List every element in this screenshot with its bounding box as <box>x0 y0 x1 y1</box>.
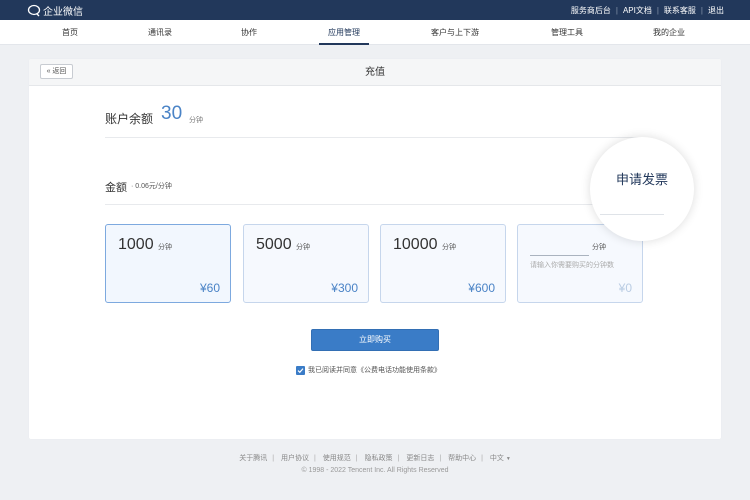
nav-item-my-enterprise[interactable]: 我的企业 <box>653 20 685 45</box>
footer-link-privacy[interactable]: 隐私政策 <box>365 455 393 462</box>
brand[interactable]: 企业微信 <box>27 3 83 18</box>
agreement: 我已阅读并同意《公费电话功能使用条款》 <box>296 364 441 376</box>
option-unit: 分钟 <box>592 244 606 251</box>
logout-link[interactable]: 退出 <box>708 5 724 16</box>
divider: | <box>656 5 659 15</box>
divider: | <box>272 455 275 462</box>
contact-support-link[interactable]: 联系客服 <box>664 5 696 16</box>
nav-item-customers[interactable]: 客户与上下游 <box>431 20 479 45</box>
nav-item-home[interactable]: 首页 <box>62 20 78 45</box>
option-unit: 分钟 <box>441 244 456 251</box>
footer-link-changelog[interactable]: 更新日志 <box>406 455 434 462</box>
nav-item-collaboration[interactable]: 协作 <box>241 20 257 45</box>
api-docs-link[interactable]: API文档 <box>623 5 652 16</box>
recharge-card: 充值 « 返回 账户余额 30 分钟 金额 · 0.06元/分钟 1000 分钟… <box>29 59 721 439</box>
copyright: © 1998 - 2022 Tencent Inc. All Rights Re… <box>301 467 449 474</box>
back-button-label: 返回 <box>52 68 67 75</box>
amount-price-note: · 0.06元/分钟 <box>131 183 172 190</box>
agreement-text[interactable]: 我已阅读并同意《公费电话功能使用条款》 <box>308 365 441 375</box>
option-price: ¥60 <box>199 281 220 295</box>
divider: | <box>355 455 358 462</box>
option-quantity: 1000 <box>118 236 154 253</box>
language-selector[interactable]: 中文 ▼ <box>490 455 511 462</box>
checkmark-icon <box>297 367 304 373</box>
nav-item-contacts[interactable]: 通讯录 <box>148 20 172 45</box>
option-unit: 分钟 <box>296 244 311 251</box>
agreement-checkbox[interactable] <box>296 365 305 375</box>
brand-name: 企业微信 <box>43 6 83 18</box>
balance-value: 30 <box>161 103 183 124</box>
buy-now-button[interactable]: 立即购买 <box>311 329 439 351</box>
divider <box>105 137 641 138</box>
option-10000-minutes[interactable]: 10000 分钟 ¥600 <box>380 224 506 303</box>
divider: | <box>481 455 483 462</box>
top-bar: 企业微信 服务商后台 | API文档 | 联系客服 | 退出 <box>0 0 750 20</box>
divider: | <box>397 455 400 462</box>
amount-label: 金额 <box>105 182 127 194</box>
footer-link-guidelines[interactable]: 使用规范 <box>323 455 351 462</box>
provider-admin-link[interactable]: 服务商后台 <box>571 5 611 16</box>
option-quantity: 5000 <box>256 236 292 253</box>
divider: | <box>615 5 618 15</box>
apply-invoice-label: 申请发票 <box>615 172 668 187</box>
divider <box>600 214 664 215</box>
divider: | <box>313 455 316 462</box>
divider: | <box>439 455 442 462</box>
nav-item-management-tools[interactable]: 管理工具 <box>551 20 583 45</box>
footer-link-terms[interactable]: 用户协议 <box>281 455 309 462</box>
option-unit: 分钟 <box>158 244 173 251</box>
double-chevron-left-icon: « <box>46 68 51 75</box>
custom-minutes-input[interactable] <box>530 255 589 256</box>
divider: | <box>700 5 703 15</box>
nav-item-app-management[interactable]: 应用管理 <box>319 20 369 45</box>
footer-link-help[interactable]: 帮助中心 <box>448 455 476 462</box>
main-nav: 首页 通讯录 协作 应用管理 客户与上下游 管理工具 我的企业 <box>0 20 750 45</box>
footer-links: 关于腾讯 | 用户协议 | 使用规范 | 隐私政策 | 更新日志 | 帮助中心 | 中文 ▼ <box>0 453 750 463</box>
footer-link-about[interactable]: 关于腾讯 <box>239 455 267 462</box>
divider <box>105 204 641 205</box>
page-title: 充值 <box>365 67 385 78</box>
option-price: ¥600 <box>468 281 495 295</box>
wechat-work-logo-icon <box>27 4 41 16</box>
back-button[interactable]: « 返回 <box>40 64 73 79</box>
language-label: 中文 <box>489 455 504 462</box>
option-5000-minutes[interactable]: 5000 分钟 ¥300 <box>243 224 369 303</box>
option-price: ¥0 <box>618 281 632 295</box>
card-header: 充值 « 返回 <box>29 59 721 86</box>
top-links: 服务商后台 | API文档 | 联系客服 | 退出 <box>571 0 724 20</box>
balance-label: 账户余额 <box>105 112 154 126</box>
balance-unit: 分钟 <box>189 117 203 124</box>
custom-minutes-placeholder: 请输入你需要购买的分钟数 <box>530 262 614 269</box>
option-quantity: 10000 <box>393 236 438 253</box>
apply-invoice-button[interactable]: 申请发票 <box>590 137 694 241</box>
option-1000-minutes[interactable]: 1000 分钟 ¥60 <box>105 224 231 303</box>
chevron-down-icon: ▼ <box>505 456 511 462</box>
option-price: ¥300 <box>331 281 358 295</box>
